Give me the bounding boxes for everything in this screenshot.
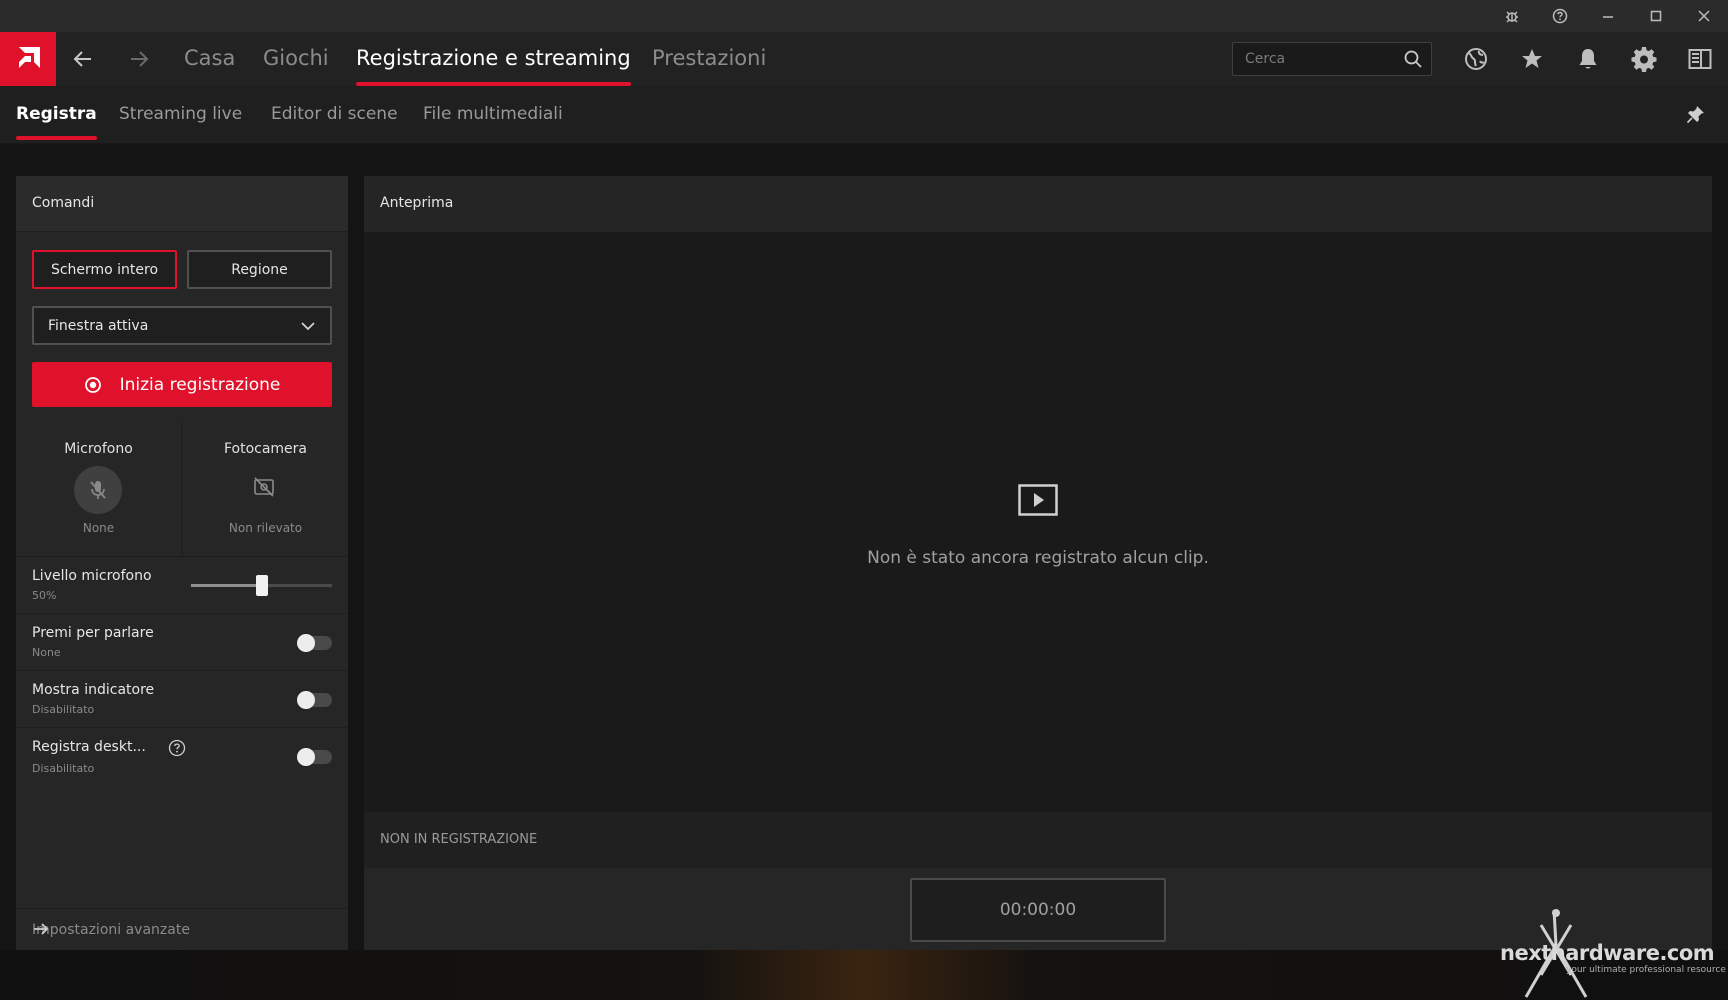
- globe-icon[interactable]: [1460, 44, 1492, 74]
- gear-icon[interactable]: [1628, 44, 1660, 74]
- push-to-talk-label: Premi per parlare: [32, 625, 154, 641]
- arrow-right-icon: [32, 921, 336, 941]
- help-icon[interactable]: [1544, 4, 1576, 28]
- window-select[interactable]: Finestra attiva: [32, 306, 332, 345]
- star-icon[interactable]: [1516, 44, 1548, 74]
- close-icon[interactable]: [1688, 4, 1720, 28]
- camera-status: Non rilevato: [228, 521, 303, 535]
- controls-panel: Comandi Schermo intero Regione Finestra …: [16, 176, 348, 950]
- pin-icon[interactable]: [1686, 104, 1706, 128]
- toggle-knob: [297, 748, 315, 766]
- subtab-registra[interactable]: Registra: [16, 104, 97, 140]
- preview-panel: Anteprima Non è stato ancora registrato …: [364, 176, 1712, 950]
- camera-disabled-icon[interactable]: [253, 477, 275, 501]
- show-indicator-row: Mostra indicatore Disabilitato: [16, 670, 348, 726]
- recording-timer: 00:00:00: [910, 878, 1166, 942]
- watermark-text: nexthardware.com: [1500, 941, 1715, 965]
- chevron-down-icon: [300, 318, 316, 338]
- sub-nav: Registra Streaming live Editor di scene …: [0, 86, 1728, 144]
- watermark-logo: nexthardware.com your ultimate professio…: [1496, 905, 1728, 1000]
- nav-tab-giochi[interactable]: Giochi: [263, 46, 329, 70]
- region-button[interactable]: Regione: [187, 250, 332, 289]
- start-recording-label: Inizia registrazione: [119, 374, 281, 395]
- background-strip: [0, 950, 1728, 1000]
- full-screen-button[interactable]: Schermo intero: [32, 250, 177, 289]
- amd-logo[interactable]: [0, 32, 56, 86]
- preview-area: Non è stato ancora registrato alcun clip…: [364, 232, 1712, 812]
- sidebar-panel-icon[interactable]: [1684, 44, 1716, 74]
- record-desktop-label: Registra deskt...: [32, 739, 146, 755]
- forward-arrow-icon[interactable]: [124, 45, 154, 73]
- advanced-settings-link[interactable]: Impostazioni avanzate: [16, 908, 348, 950]
- search-box[interactable]: [1232, 42, 1432, 76]
- record-icon: [84, 376, 102, 394]
- toggle-knob: [297, 691, 315, 709]
- back-arrow-icon[interactable]: [68, 45, 98, 73]
- preview-header: Anteprima: [364, 176, 1712, 232]
- camera-device: Fotocamera Non rilevato: [183, 423, 348, 555]
- microphone-label: Microfono: [64, 441, 133, 457]
- toggle-knob: [297, 634, 315, 652]
- title-bar: [0, 0, 1728, 32]
- nav-tab-registrazione[interactable]: Registrazione e streaming: [356, 46, 631, 86]
- question-icon[interactable]: [168, 739, 186, 761]
- play-video-icon: [1018, 484, 1058, 520]
- controls-title: Comandi: [32, 195, 95, 211]
- bell-icon[interactable]: [1572, 44, 1604, 74]
- recording-status: NON IN REGISTRAZIONE: [380, 832, 538, 847]
- controls-header: Comandi: [16, 176, 348, 232]
- search-icon[interactable]: [1403, 49, 1423, 73]
- preview-title: Anteprima: [380, 195, 454, 211]
- minimize-icon[interactable]: [1592, 4, 1624, 28]
- window-select-value: Finestra attiva: [48, 318, 149, 334]
- recording-status-bar: NON IN REGISTRAZIONE: [364, 812, 1712, 868]
- main-nav: Casa Giochi Registrazione e streaming Pr…: [0, 32, 1728, 86]
- show-indicator-toggle[interactable]: [297, 691, 332, 709]
- mic-level-row: Livello microfono 50%: [16, 556, 348, 612]
- subtab-streaming-live[interactable]: Streaming live: [119, 104, 242, 124]
- record-desktop-value: Disabilitato: [32, 762, 95, 775]
- mic-level-value: 50%: [32, 589, 57, 602]
- maximize-icon[interactable]: [1640, 4, 1672, 28]
- bug-report-icon[interactable]: [1496, 4, 1528, 28]
- device-grid: Microfono None Fotocamera Non rilevato: [16, 423, 348, 555]
- mic-level-slider[interactable]: [191, 575, 332, 596]
- show-indicator-value: Disabilitato: [32, 703, 95, 716]
- microphone-status: None: [82, 521, 115, 535]
- push-to-talk-value: None: [32, 646, 61, 659]
- push-to-talk-toggle[interactable]: [297, 634, 332, 652]
- nav-tab-casa[interactable]: Casa: [184, 46, 235, 70]
- mic-level-label: Livello microfono: [32, 568, 152, 584]
- camera-label: Fotocamera: [223, 441, 308, 457]
- mic-level-thumb[interactable]: [255, 575, 268, 596]
- microphone-muted-icon[interactable]: [74, 466, 122, 514]
- record-desktop-row: Registra deskt... Disabilitato: [16, 727, 348, 783]
- subtab-file-multimediali[interactable]: File multimediali: [423, 104, 563, 124]
- nav-tab-prestazioni[interactable]: Prestazioni: [652, 46, 766, 70]
- watermark-tagline: your ultimate professional resource: [1566, 965, 1726, 975]
- subtab-editor-scene[interactable]: Editor di scene: [271, 104, 398, 124]
- record-desktop-toggle[interactable]: [297, 748, 332, 766]
- empty-clips-message: Non è stato ancora registrato alcun clip…: [867, 548, 1209, 568]
- start-recording-button[interactable]: Inizia registrazione: [32, 362, 332, 407]
- mic-level-fill: [191, 584, 262, 587]
- microphone-device: Microfono None: [16, 423, 181, 555]
- search-input[interactable]: [1245, 43, 1395, 75]
- show-indicator-label: Mostra indicatore: [32, 682, 155, 698]
- push-to-talk-row: Premi per parlare None: [16, 613, 348, 669]
